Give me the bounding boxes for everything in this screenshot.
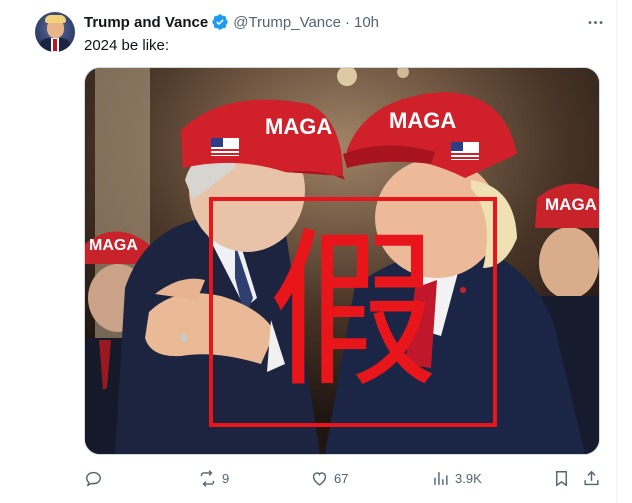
- bookmark-button[interactable]: [552, 466, 571, 490]
- tweet-header: Trump and Vance @Trump_Vance · 10h: [84, 12, 379, 32]
- action-bar: 9 67 3.9K: [84, 466, 600, 490]
- tweet-media[interactable]: MAGA MAGA MAGA MAGA 假: [84, 67, 600, 455]
- retweet-icon: [200, 469, 215, 487]
- retweet-count: 9: [222, 470, 230, 486]
- retweet-button[interactable]: 9: [198, 466, 229, 490]
- avatar-tie: [53, 39, 57, 51]
- share-button[interactable]: [582, 466, 601, 490]
- avatar-hair: [45, 15, 66, 23]
- display-name[interactable]: Trump and Vance: [84, 14, 208, 31]
- bookmark-icon: [556, 470, 567, 487]
- heart-icon: [312, 471, 327, 486]
- reply-button[interactable]: [84, 466, 103, 490]
- media-image: MAGA MAGA MAGA MAGA 假: [85, 68, 599, 454]
- user-handle[interactable]: @Trump_Vance: [233, 14, 341, 31]
- more-horizontal-icon: [588, 21, 602, 24]
- background-cap-text-right: MAGA: [545, 195, 597, 214]
- verified-badge-icon[interactable]: [211, 13, 229, 31]
- avatar[interactable]: [35, 12, 75, 52]
- share-icon: [584, 470, 599, 485]
- separator-dot: ·: [345, 13, 350, 31]
- timeline-border: [616, 0, 617, 503]
- lapel-pin: [460, 287, 466, 293]
- like-button[interactable]: 67: [310, 466, 348, 490]
- like-count: 67: [334, 470, 349, 486]
- right-cap-text: MAGA: [389, 108, 456, 133]
- stamp-character: 假: [268, 213, 438, 411]
- views-count: 3.9K: [455, 470, 482, 486]
- tweet-text: 2024 be like:: [84, 37, 170, 54]
- left-cap-text: MAGA: [265, 114, 332, 139]
- reply-icon: [86, 471, 101, 487]
- views-button[interactable]: 3.9K: [431, 466, 482, 490]
- background-cap-text-left: MAGA: [89, 237, 138, 254]
- views-chart-icon: [434, 471, 448, 485]
- more-options-button[interactable]: [585, 13, 605, 33]
- timestamp[interactable]: 10h: [354, 14, 379, 31]
